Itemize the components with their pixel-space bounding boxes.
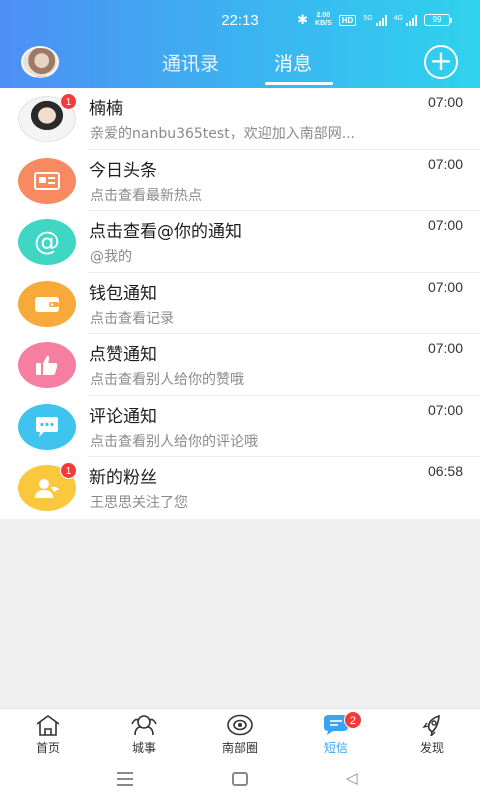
nav-label: 短信: [323, 741, 348, 755]
nav-item-home[interactable]: 首页: [0, 709, 96, 760]
system-nav-bar: ◁: [0, 760, 480, 800]
signal-5g-label: 5G: [363, 14, 373, 22]
message-list: 1 楠楠 亲爱的nanbu365test，欢迎加入南部网... 07:00 今日…: [0, 88, 480, 519]
wallet-icon: [18, 280, 76, 327]
signal-4g-label: 4G: [393, 14, 403, 22]
nav-item-discover[interactable]: 发现: [384, 709, 480, 760]
message-time: 06:58: [427, 463, 463, 479]
message-item-nannan[interactable]: 1 楠楠 亲爱的nanbu365test，欢迎加入南部网... 07:00: [0, 88, 480, 150]
message-title: 钱包通知: [89, 283, 157, 304]
message-item-likes[interactable]: 点赞通知 点击查看别人给你的赞哦 07:00: [0, 334, 480, 396]
message-item-comments[interactable]: 评论通知 点击查看别人给你的评论哦 07:00: [0, 396, 480, 457]
message-item-mentions[interactable]: @ 点击查看@你的通知 @我的 07:00: [0, 211, 480, 273]
bluetooth-icon: ✱: [297, 12, 309, 27]
active-tab-indicator: [265, 82, 333, 85]
message-preview: 点击查看别人给你的评论哦: [90, 433, 258, 450]
unread-badge: 1: [60, 462, 77, 479]
message-time: 07:00: [427, 94, 463, 110]
chat-bubble-icon: [18, 403, 76, 450]
network-speed-value: 2.00: [316, 12, 331, 19]
network-speed-unit: KB/S: [315, 20, 332, 27]
status-bar: 22:13 ✱ 2.00 KB/S HD 5G 4G 99: [0, 0, 480, 40]
message-time: 07:00: [427, 217, 463, 233]
circle-eye-icon: [227, 714, 253, 736]
message-item-new-followers[interactable]: 1 新的粉丝 王思思关注了您 06:58: [0, 457, 480, 519]
network-speed: 2.00 KB/S: [315, 12, 332, 28]
hd-badge: HD: [338, 14, 357, 26]
tab-contacts[interactable]: 通讯录: [162, 49, 219, 76]
message-time: 07:00: [427, 401, 463, 418]
message-preview: @我的: [90, 249, 132, 265]
message-preview: 点击查看记录: [90, 310, 174, 327]
message-preview: 点击查看别人给你的赞哦: [90, 372, 244, 388]
battery-icon: 99: [424, 14, 452, 26]
tab-messages[interactable]: 消息: [274, 49, 312, 76]
status-indicators: ✱ 2.00 KB/S HD 5G 4G 99: [297, 12, 452, 28]
add-button[interactable]: +: [424, 45, 458, 79]
signal-4g-icon: 4G: [393, 14, 417, 26]
nav-label: 首页: [35, 741, 60, 755]
nav-badge: 2: [343, 711, 362, 729]
unread-badge: 1: [60, 93, 77, 110]
message-title: 评论通知: [89, 406, 157, 427]
home-button-icon[interactable]: [232, 772, 248, 786]
message-title: 楠楠: [89, 99, 123, 119]
message-preview: 王思思关注了您: [90, 495, 188, 511]
message-title: 点赞通知: [89, 345, 157, 365]
message-title: 点击查看@你的通知: [89, 222, 242, 242]
message-time: 07:00: [427, 278, 463, 295]
at-sign-icon: @: [18, 219, 76, 265]
nav-label: 南部圈: [221, 741, 258, 755]
newspaper-icon: [18, 157, 76, 204]
nav-label: 城事: [131, 741, 156, 755]
message-item-headlines[interactable]: 今日头条 点击查看最新热点 07:00: [0, 150, 480, 211]
city-icon: [131, 715, 157, 736]
back-icon[interactable]: ◁: [346, 769, 358, 787]
nav-item-messages[interactable]: 2 短信: [288, 709, 384, 760]
menu-icon[interactable]: [117, 772, 133, 790]
nav-item-city[interactable]: 城事: [96, 709, 192, 760]
rocket-icon: [422, 714, 440, 736]
message-item-wallet[interactable]: 钱包通知 点击查看记录 07:00: [0, 273, 480, 334]
signal-5g-icon: 5G: [363, 14, 387, 26]
nav-label: 发现: [419, 741, 444, 755]
message-title: 新的粉丝: [89, 468, 157, 488]
home-icon: [36, 715, 60, 736]
thumbs-up-icon: [18, 342, 76, 388]
nav-item-nanbu-circle[interactable]: 南部圈: [192, 709, 288, 760]
bottom-nav: 首页 城事 南部圈 2 短信 发现: [0, 708, 480, 760]
message-preview: 亲爱的nanbu365test，欢迎加入南部网...: [90, 126, 356, 142]
user-avatar[interactable]: [21, 46, 59, 78]
message-time: 07:00: [427, 340, 463, 356]
message-time: 07:00: [427, 155, 463, 172]
plus-icon: +: [429, 44, 453, 77]
message-title: 今日头条: [89, 160, 157, 181]
message-preview: 点击查看最新热点: [90, 187, 202, 204]
app-header: 22:13 ✱ 2.00 KB/S HD 5G 4G 99 通讯录 消息 +: [0, 0, 480, 88]
